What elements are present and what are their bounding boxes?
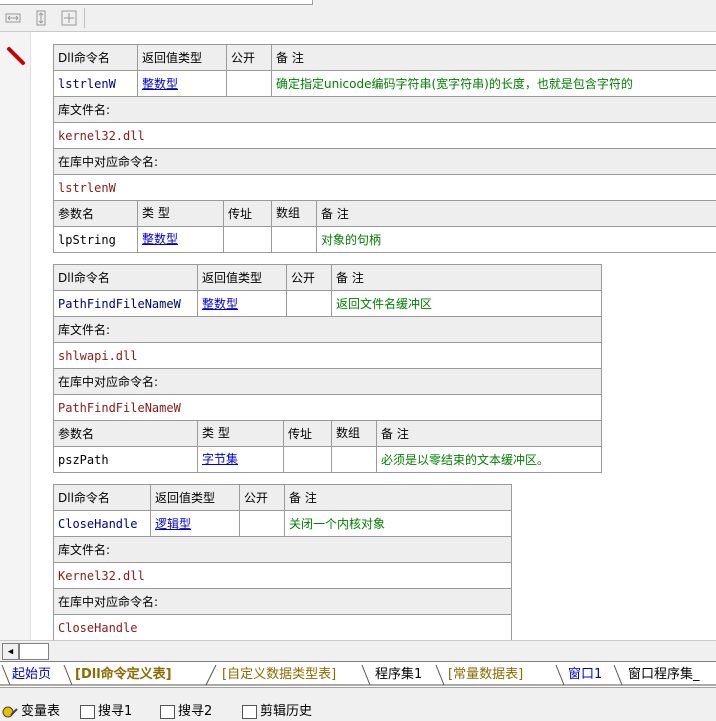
param-remark-header: 备 注 [377, 425, 409, 442]
tab-start-page[interactable]: 起始页 [12, 665, 51, 685]
dll-definition-row: CloseHandle 逻辑型 关闭一个内核对象 [54, 511, 512, 537]
remark-header: 备 注 [285, 485, 512, 511]
bottom-tab-search-1[interactable]: 搜寻1 [80, 703, 132, 721]
dll-definition-editor[interactable]: Dll命令名 返回值类型 公开 备 注 lstrlenW 整数型 确定指定uni… [0, 32, 716, 640]
param-type-cell[interactable]: 整数型 [138, 227, 224, 252]
param-array-header: 数组 [272, 201, 317, 226]
entry-name-cell[interactable]: PathFindFileNameW [54, 395, 602, 421]
dll-header-row: Dll命令名 返回值类型 公开 备 注 [54, 265, 602, 291]
top-panel-edge [0, 0, 313, 5]
document-tab-bar: 起始页 [Dll命令定义表] [自定义数据类型表] 程序集1 [常量数据表] 窗… [0, 661, 716, 688]
dll-name-cell[interactable]: lstrlenW [54, 71, 138, 97]
horizontal-scrollbar[interactable]: ◀ [0, 640, 716, 661]
return-type-cell[interactable]: 逻辑型 [151, 511, 240, 537]
tab-window-program-set[interactable]: 窗口程序集_ [628, 665, 700, 685]
remark-header: 备 注 [272, 45, 716, 71]
public-header: 公开 [240, 485, 285, 511]
dll-header-row: Dll命令名 返回值类型 公开 备 注 [54, 45, 716, 71]
public-cell[interactable] [227, 71, 272, 97]
param-remark-cell[interactable]: 必须是以零结束的文本缓冲区。 [377, 451, 549, 468]
return-type-header: 返回值类型 [138, 45, 227, 71]
entry-name-cell[interactable]: CloseHandle [54, 615, 512, 641]
param-byref-header: 传址 [284, 425, 331, 442]
return-type-cell[interactable]: 整数型 [138, 71, 227, 97]
dll-command-table-2: Dll命令名 返回值类型 公开 备 注 PathFindFileNameW 整数… [53, 264, 602, 473]
tab-custom-types[interactable]: [自定义数据类型表] [222, 665, 336, 685]
dll-header-row: Dll命令名 返回值类型 公开 备 注 [54, 485, 512, 511]
dll-definition-row: lstrlenW 整数型 确定指定unicode编码字符串(宽字符串)的长度，也… [54, 71, 716, 97]
tab-dll-definitions[interactable]: [Dll命令定义表] [75, 665, 172, 685]
library-file-label: 库文件名: [54, 537, 512, 563]
dll-name-header: Dll命令名 [54, 45, 138, 71]
library-file-cell[interactable]: Kernel32.dll [54, 563, 512, 589]
bottom-tab-search-2[interactable]: 搜寻2 [160, 703, 212, 721]
expand-all-icon[interactable] [59, 9, 79, 27]
editor-gutter [0, 32, 31, 640]
library-file-label: 库文件名: [54, 97, 716, 123]
editor-toolbar [0, 6, 716, 32]
bottom-tab-label: 搜寻2 [178, 703, 212, 721]
tab-program-set-1[interactable]: 程序集1 [375, 665, 422, 685]
param-array-header: 数组 [332, 421, 377, 446]
dll-name-cell[interactable]: PathFindFileNameW [54, 291, 198, 317]
library-file-cell[interactable]: kernel32.dll [54, 123, 716, 149]
param-type-header: 类 型 [198, 421, 284, 446]
remark-cell[interactable]: 确定指定unicode编码字符串(宽字符串)的长度，也就是包含字符的 [272, 71, 716, 97]
param-name-header: 参数名 [54, 421, 198, 447]
public-cell[interactable] [240, 511, 285, 537]
dll-command-table-3: Dll命令名 返回值类型 公开 备 注 CloseHandle 逻辑型 关闭一个… [53, 484, 512, 640]
bottom-tab-variables[interactable]: 变量表 [2, 703, 60, 721]
param-type-header: 类 型 [138, 201, 224, 226]
dll-name-cell[interactable]: CloseHandle [54, 511, 151, 537]
dll-command-table-1: Dll命令名 返回值类型 公开 备 注 lstrlenW 整数型 确定指定uni… [53, 44, 716, 253]
param-name-cell[interactable]: lpString [54, 227, 138, 253]
toolbar-separator [84, 8, 85, 28]
dll-definition-row: PathFindFileNameW 整数型 返回文件名缓冲区 [54, 291, 602, 317]
public-header: 公开 [227, 45, 272, 71]
public-header: 公开 [287, 265, 332, 291]
entry-name-label: 在库中对应命令名: [54, 369, 602, 395]
param-row: lpString 整数型 对象的句柄 [54, 227, 716, 253]
tab-window-1[interactable]: 窗口1 [568, 665, 602, 685]
remark-cell[interactable]: 返回文件名缓冲区 [332, 291, 602, 317]
remark-cell[interactable]: 关闭一个内核对象 [285, 511, 512, 537]
library-file-label: 库文件名: [54, 317, 602, 343]
library-file-cell[interactable]: shlwapi.dll [54, 343, 602, 369]
bottom-tab-clip-history[interactable]: 剪辑历史 [242, 703, 312, 721]
entry-name-label: 在库中对应命令名: [54, 149, 716, 175]
bottom-tab-label: 搜寻1 [98, 703, 132, 721]
param-remark-header: 备 注 [317, 205, 349, 222]
dll-name-header: Dll命令名 [54, 265, 198, 291]
param-type-cell[interactable]: 字节集 [198, 447, 284, 472]
param-remark-cell[interactable]: 对象的句柄 [317, 231, 381, 248]
param-header-row: 参数名 类 型 传址 数组 备 注 [54, 201, 716, 227]
bottom-tab-label: 剪辑历史 [260, 703, 312, 721]
return-type-header: 返回值类型 [198, 265, 287, 291]
return-type-cell[interactable]: 整数型 [198, 291, 287, 317]
param-header-row: 参数名 类 型 传址 数组 备 注 [54, 421, 602, 447]
dll-name-header: Dll命令名 [54, 485, 151, 511]
remark-header: 备 注 [332, 265, 602, 291]
scroll-left-icon[interactable]: ◀ [2, 643, 19, 660]
return-type-header: 返回值类型 [151, 485, 240, 511]
bottom-tab-label: 变量表 [21, 703, 60, 721]
scrollbar-track[interactable] [19, 643, 49, 660]
param-name-header: 参数名 [54, 201, 138, 227]
param-array-cell[interactable] [332, 447, 377, 472]
param-array-cell[interactable] [272, 227, 317, 252]
entry-name-label: 在库中对应命令名: [54, 589, 512, 615]
collapse-horizontal-icon[interactable] [3, 9, 23, 27]
param-byref-header: 传址 [224, 205, 271, 222]
param-name-cell[interactable]: pszPath [54, 447, 198, 473]
public-cell[interactable] [287, 291, 332, 317]
entry-name-cell[interactable]: lstrlenW [54, 175, 716, 201]
bottom-panel-tabs: 变量表 搜寻1 搜寻2 剪辑历史 [0, 687, 716, 718]
edit-pencil-icon [6, 46, 28, 68]
tab-constants[interactable]: [常量数据表] [448, 665, 523, 685]
collapse-vertical-icon[interactable] [31, 9, 51, 27]
param-row: pszPath 字节集 必须是以零结束的文本缓冲区。 [54, 447, 602, 473]
